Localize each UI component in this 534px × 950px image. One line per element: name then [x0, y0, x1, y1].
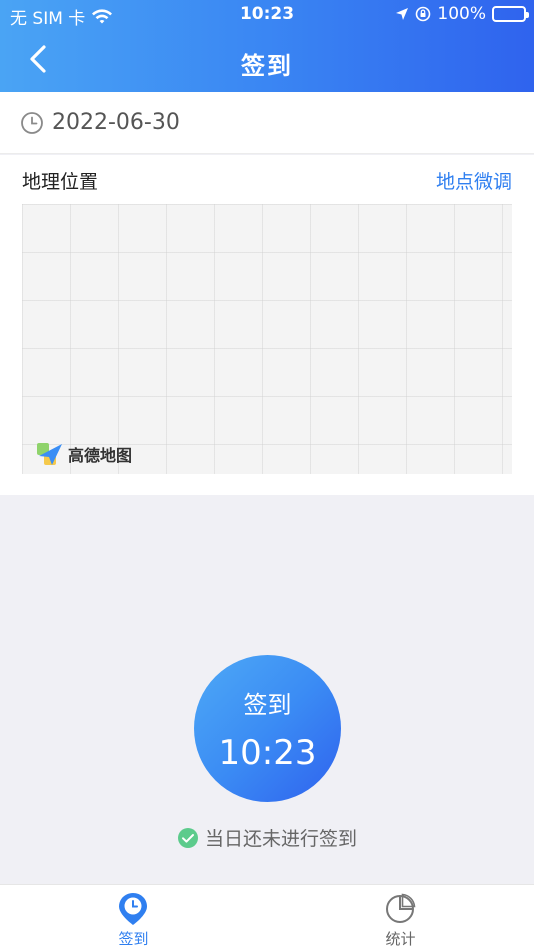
location-card: 地理位置 地点微调 高德地图: [0, 155, 534, 495]
pie-chart-icon: [386, 893, 416, 923]
amap-logo-icon: [37, 443, 62, 465]
location-arrow-icon: [396, 8, 409, 20]
nav-bar: 签到: [0, 36, 534, 84]
map-logo: 高德地图: [36, 440, 132, 468]
status-right: 100%: [395, 4, 529, 24]
tab-bar: 签到 统计: [0, 884, 534, 950]
tab-checkin[interactable]: 签到: [0, 885, 267, 950]
location-label: 地理位置: [22, 171, 99, 193]
orientation-lock-icon: [416, 6, 431, 22]
checkin-status-text: 当日还未进行签到: [204, 828, 357, 850]
checkin-label: 签到: [243, 691, 292, 719]
header: 无 SIM 卡 10:23 100% 签到: [0, 0, 534, 92]
date-text: 2022-06-30: [52, 110, 180, 135]
checkin-time: 10:23: [218, 733, 317, 773]
adjust-location-link[interactable]: 地点微调: [436, 167, 512, 194]
battery-percent: 100%: [437, 4, 486, 24]
page-title: 签到: [241, 52, 293, 80]
map-view[interactable]: 高德地图: [22, 204, 512, 474]
tab-label: 统计: [385, 930, 416, 948]
map-brand-text: 高德地图: [68, 446, 133, 465]
clock-icon: [21, 112, 43, 134]
checkin-status: 当日还未进行签到: [0, 824, 534, 851]
tab-statistics[interactable]: 统计: [267, 885, 534, 950]
status-bar: 无 SIM 卡 10:23 100%: [0, 0, 534, 30]
checkin-button[interactable]: 签到 10:23: [194, 655, 341, 802]
date-row: 2022-06-30: [0, 92, 534, 154]
check-circle-icon: [177, 827, 198, 848]
tab-label: 签到: [118, 930, 149, 948]
location-clock-icon: [119, 893, 147, 925]
battery-icon: [492, 6, 529, 22]
